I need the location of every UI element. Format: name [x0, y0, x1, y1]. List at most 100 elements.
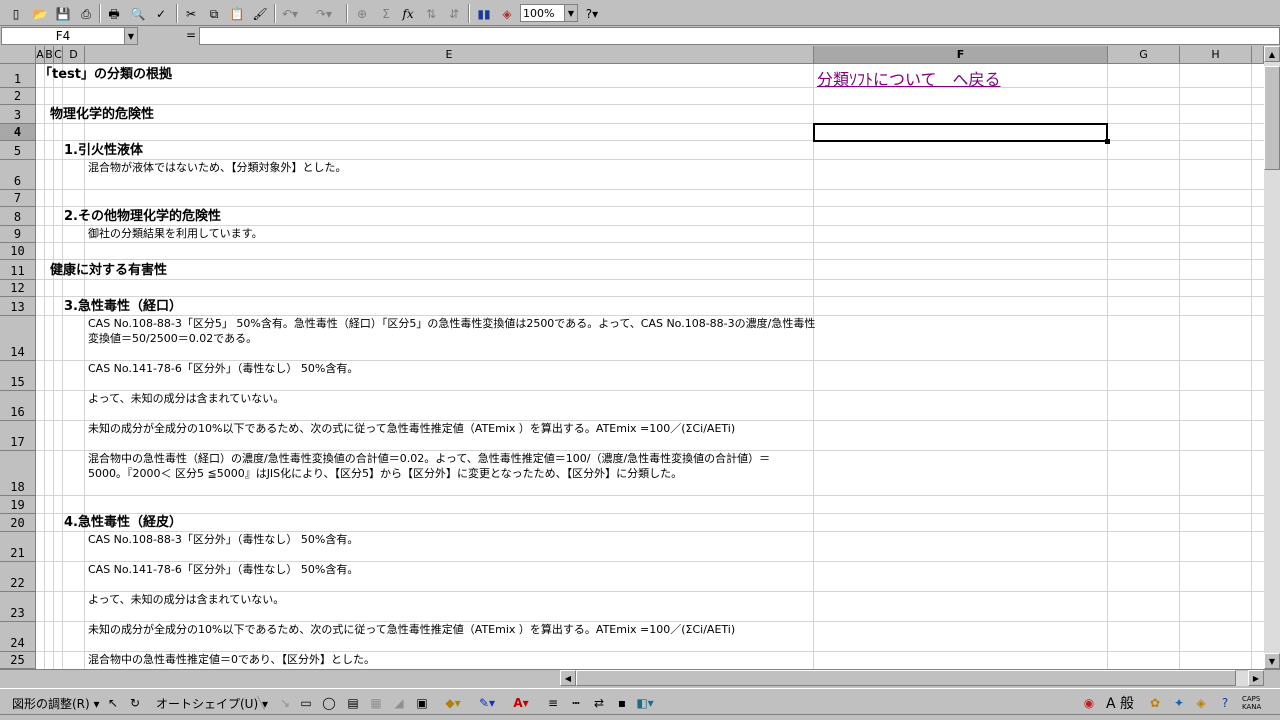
font-color-icon[interactable]: A▾	[512, 694, 530, 712]
cell-text[interactable]: 5000。『2000＜ 区分5 ≦5000』はJIS化により、【区分5】から【区…	[88, 466, 682, 481]
cell-text[interactable]: CAS No.108-88-3「区分5」 50%含有。急性毒性（経口）「区分5」…	[88, 316, 815, 331]
drawing-icon[interactable]: ◈	[497, 4, 517, 23]
cell-text[interactable]: 未知の成分が全成分の10%以下であるため、次の式に従って急性毒性推定値（ATEm…	[88, 421, 735, 436]
ime-help-icon[interactable]: ?	[1216, 694, 1234, 712]
ime-dict-icon[interactable]: ✦	[1170, 694, 1188, 712]
sort-desc-icon[interactable]: ⇵	[444, 4, 464, 23]
copy-icon[interactable]: ⧉	[204, 4, 224, 23]
formula-input[interactable]	[199, 27, 1280, 45]
selected-cell[interactable]	[813, 123, 1108, 142]
row-header[interactable]: 12	[0, 280, 36, 297]
row-header[interactable]: 5	[0, 141, 36, 160]
row-header[interactable]: 14	[0, 316, 36, 361]
help-icon[interactable]: ?▾	[582, 4, 602, 23]
oval-icon[interactable]: ◯	[320, 694, 338, 712]
chevron-down-icon[interactable]: ▼	[124, 28, 137, 44]
line-style-icon[interactable]: ≡	[544, 694, 562, 712]
scroll-left-icon[interactable]: ◀	[560, 670, 576, 686]
name-box[interactable]: F4 ▼	[1, 27, 138, 45]
redo-icon[interactable]: ↷▾	[314, 4, 334, 23]
formula-equals[interactable]: =	[186, 28, 196, 42]
row-header[interactable]: 19	[0, 496, 36, 514]
row-header[interactable]: 17	[0, 421, 36, 451]
row-header[interactable]: 6	[0, 160, 36, 190]
shadow-icon[interactable]: ▪	[613, 694, 631, 712]
col-header-g[interactable]: G	[1108, 46, 1180, 64]
heading-other-physical[interactable]: 2.その他物理化学的危険性	[64, 209, 221, 224]
cell-text[interactable]: 変換値＝50/2500＝0.02である。	[88, 331, 257, 346]
save-icon[interactable]: 💾	[53, 4, 73, 23]
scroll-down-icon[interactable]: ▼	[1264, 653, 1280, 669]
col-header-i[interactable]	[1252, 46, 1264, 64]
select-objects-icon[interactable]: ↖	[104, 694, 122, 712]
cell-text[interactable]: 未知の成分が全成分の10%以下であるため、次の式に従って急性毒性推定値（ATEm…	[88, 622, 735, 637]
ime-pad-icon[interactable]: ◈	[1192, 694, 1210, 712]
row-header[interactable]: 11	[0, 260, 36, 280]
chart-wizard-icon[interactable]: ▮▮	[474, 4, 494, 23]
draw-menu[interactable]: 図形の調整(R) ▾	[12, 693, 100, 713]
permission-icon[interactable]: ⎙	[76, 4, 96, 23]
ime-tool-icon[interactable]: ✿	[1146, 694, 1164, 712]
scroll-thumb[interactable]	[576, 670, 1236, 686]
free-rotate-icon[interactable]: ↻	[126, 694, 144, 712]
row-header[interactable]: 15	[0, 361, 36, 391]
horizontal-scrollbar[interactable]: ◀ ▶	[560, 670, 1264, 686]
hyperlink-icon[interactable]: ⊕	[352, 4, 372, 23]
scroll-up-icon[interactable]: ▲	[1264, 46, 1280, 62]
cut-icon[interactable]: ✂	[181, 4, 201, 23]
cell-text[interactable]: CAS No.108-88-3「区分外」（毒性なし） 50%含有。	[88, 532, 358, 547]
col-header-e[interactable]: E	[85, 46, 814, 64]
spelling-icon[interactable]: ✓	[151, 4, 171, 23]
arrow-style-icon[interactable]: ⇄	[590, 694, 608, 712]
row-header[interactable]: 4	[0, 124, 36, 141]
row-header[interactable]: 7	[0, 190, 36, 207]
cell-text[interactable]: よって、未知の成分は含まれていない。	[88, 592, 284, 607]
zoom-dropdown[interactable]: 100% ▼	[520, 4, 578, 22]
col-header-d[interactable]: D	[63, 46, 85, 64]
cell-text[interactable]: 混合物中の急性毒性（経口）の濃度/急性毒性変換値の合計値＝0.02。よって、急性…	[88, 451, 770, 466]
arrow-icon[interactable]: ↘	[276, 694, 294, 712]
vertical-scrollbar[interactable]: ▲ ▼	[1264, 46, 1280, 669]
function-icon[interactable]: fx	[398, 4, 418, 23]
ime-mode[interactable]: A 般	[1106, 693, 1134, 713]
cell-text[interactable]: 混合物が液体ではないため、【分類対象外】とした。	[88, 160, 347, 175]
scroll-right-icon[interactable]: ▶	[1248, 670, 1264, 686]
heading-acute-dermal[interactable]: 4.急性毒性（経皮）	[64, 515, 182, 530]
format-painter-icon[interactable]: 🖌	[250, 4, 270, 23]
autosum-icon[interactable]: Σ	[376, 4, 396, 23]
ime-icon[interactable]: ◉	[1080, 694, 1098, 712]
row-header[interactable]: 10	[0, 243, 36, 260]
cell-text[interactable]: 混合物中の急性毒性推定値＝0であり、【区分外】とした。	[88, 652, 375, 667]
cell-text[interactable]: 御社の分類結果を利用しています。	[88, 226, 263, 241]
select-all-corner[interactable]	[0, 46, 36, 64]
heading-flammable-liquid[interactable]: 1.引火性液体	[64, 143, 143, 158]
textbox-icon[interactable]: ▤	[344, 694, 362, 712]
section-physical[interactable]: 物理化学的危険性	[50, 107, 154, 122]
section-health[interactable]: 健康に対する有害性	[50, 263, 167, 278]
spreadsheet-grid[interactable]: A B C D E F G H 1 2 3 4 5 6 7 8 9 10 11 …	[0, 46, 1264, 669]
row-header[interactable]: 25	[0, 652, 36, 669]
cell-text[interactable]: CAS No.141-78-6「区分外」（毒性なし） 50%含有。	[88, 361, 358, 376]
row-header[interactable]: 2	[0, 88, 36, 105]
row-header[interactable]: 13	[0, 297, 36, 316]
heading-acute-oral[interactable]: 3.急性毒性（経口）	[64, 299, 182, 314]
row-header[interactable]: 8	[0, 207, 36, 226]
col-header-b[interactable]: B	[45, 46, 54, 64]
print-preview-icon[interactable]: 🔍	[128, 4, 148, 23]
open-icon[interactable]: 📂	[30, 4, 50, 23]
wordart-icon[interactable]: ▦	[367, 694, 385, 712]
line-icon[interactable]: ╲	[252, 694, 270, 712]
scroll-thumb[interactable]	[1264, 66, 1280, 170]
row-header[interactable]: 23	[0, 592, 36, 622]
row-header[interactable]: 1	[0, 64, 36, 88]
back-link[interactable]: 分類ｿﾌﾄについて へ戻る	[817, 66, 1001, 90]
3d-icon[interactable]: ◧▾	[636, 694, 654, 712]
fill-handle[interactable]	[1105, 139, 1110, 144]
print-icon[interactable]: 🖶	[104, 4, 124, 23]
row-header[interactable]: 22	[0, 562, 36, 592]
col-header-a[interactable]: A	[36, 46, 45, 64]
rectangle-icon[interactable]: ▭	[297, 694, 315, 712]
row-header[interactable]: 20	[0, 514, 36, 532]
fill-color-icon[interactable]: ◆▾	[444, 694, 462, 712]
col-header-f[interactable]: F	[814, 46, 1108, 64]
